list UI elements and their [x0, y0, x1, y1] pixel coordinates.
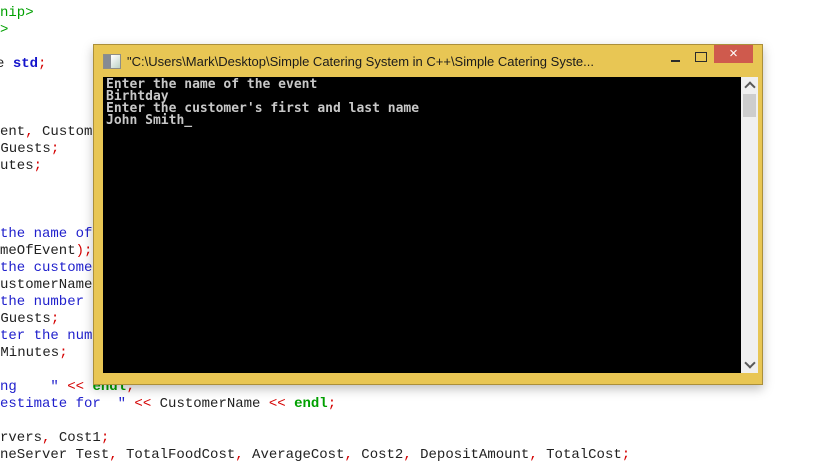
- window-title: "C:\Users\Mark\Desktop\Simple Catering S…: [127, 53, 657, 69]
- maximize-button[interactable]: [692, 49, 710, 65]
- code-line: the customer: [0, 260, 101, 277]
- scroll-thumb[interactable]: [743, 94, 756, 117]
- console-line: Enter the customer's first and last name: [106, 103, 741, 115]
- close-button[interactable]: ×: [714, 45, 753, 63]
- code-line: the number o: [0, 294, 101, 311]
- scroll-down-button[interactable]: [741, 356, 758, 373]
- console-output[interactable]: Enter the name of the eventBirhtdayEnter…: [103, 77, 741, 373]
- console-app-icon-detail: [104, 55, 111, 68]
- code-line: fMinutes;: [0, 345, 68, 362]
- code-line: estimate for " << CustomerName << endl;: [0, 396, 336, 413]
- ide-editor-background[interactable]: am>nip>>e std;ent, CustomerfGuests;utes;…: [0, 0, 840, 456]
- chevron-down-icon: [744, 357, 755, 368]
- scroll-up-button[interactable]: [741, 77, 758, 94]
- console-window: "C:\Users\Mark\Desktop\Simple Catering S…: [93, 44, 763, 385]
- minimize-button[interactable]: [666, 49, 684, 65]
- close-icon: ×: [729, 45, 738, 63]
- code-line: utes;: [0, 158, 42, 175]
- code-line: e std;: [0, 56, 46, 73]
- chevron-up-icon: [744, 81, 755, 92]
- code-line: >: [0, 22, 8, 39]
- code-line: meOfEvent);: [0, 243, 92, 260]
- code-line: rvers, Cost1;: [0, 430, 109, 447]
- minimize-icon: [671, 60, 680, 62]
- code-line: nip>: [0, 5, 34, 22]
- code-line: fGuests;: [0, 311, 59, 328]
- title-bar[interactable]: "C:\Users\Mark\Desktop\Simple Catering S…: [94, 45, 762, 77]
- code-line: ter the numb: [0, 328, 101, 345]
- maximize-icon: [695, 52, 707, 62]
- text-cursor: _: [184, 113, 192, 128]
- code-line: the name of: [0, 226, 101, 243]
- console-line: John Smith_: [106, 115, 741, 127]
- scrollbar[interactable]: [741, 77, 758, 373]
- code-line: fGuests;: [0, 141, 59, 158]
- console-line: Enter the name of the event: [106, 79, 741, 91]
- console-app-icon: [103, 54, 121, 69]
